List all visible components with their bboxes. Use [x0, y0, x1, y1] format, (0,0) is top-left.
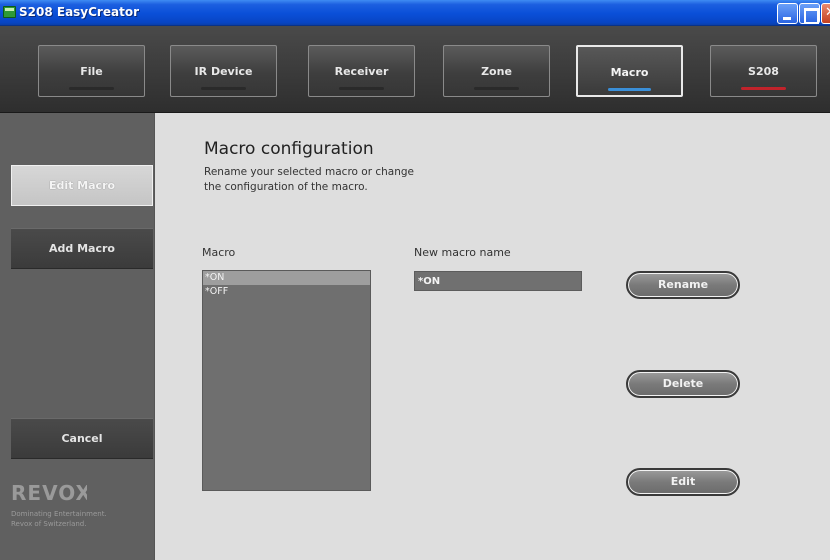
title-bar: S208 EasyCreator	[0, 0, 830, 26]
minimize-button[interactable]	[777, 3, 798, 24]
logo-tagline-line: Revox of Switzerland.	[11, 520, 87, 528]
tab-indicator	[474, 87, 519, 90]
new-macro-name-input[interactable]	[414, 271, 582, 291]
tab-macro[interactable]: Macro	[576, 45, 683, 97]
tab-zone[interactable]: Zone	[443, 45, 550, 97]
macro-list-label: Macro	[202, 246, 236, 259]
tab-s208[interactable]: S208	[710, 45, 817, 97]
page-description: Rename your selected macro or change the…	[204, 165, 464, 195]
tab-indicator	[69, 87, 114, 90]
list-item[interactable]: *OFF	[203, 285, 370, 299]
edit-macro-label: Edit Macro	[48, 179, 116, 192]
tab-file[interactable]: File	[38, 45, 145, 97]
list-item[interactable]: *ON	[203, 271, 370, 285]
tab-label: File	[80, 65, 103, 78]
tab-indicator	[608, 88, 651, 91]
revox-logo: REVOX Dominating Entertainment. Revox of…	[11, 481, 151, 529]
logo-tagline-line: Dominating Entertainment.	[11, 510, 107, 518]
new-name-label: New macro name	[414, 246, 511, 259]
description-line: the configuration of the macro.	[204, 181, 368, 193]
tab-indicator	[201, 87, 246, 90]
main-panel: Macro configuration Rename your selected…	[155, 113, 830, 560]
maximize-button[interactable]	[799, 3, 820, 24]
tab-label: IR Device	[194, 65, 253, 78]
app-icon	[3, 6, 16, 18]
description-line: Rename your selected macro or change	[204, 166, 415, 178]
tab-ir-device[interactable]: IR Device	[170, 45, 277, 97]
logo-tagline: Dominating Entertainment. Revox of Switz…	[11, 509, 151, 529]
rename-button[interactable]: Rename	[626, 271, 740, 299]
close-button[interactable]	[821, 3, 830, 24]
tab-indicator	[339, 87, 384, 90]
svg-text:REVOX: REVOX	[11, 483, 87, 503]
macro-list[interactable]: *ON *OFF	[202, 270, 371, 491]
tab-label: Macro	[610, 66, 649, 79]
top-navigation: File IR Device Receiver Zone Macro S208	[0, 26, 830, 113]
add-macro-button[interactable]: Add Macro	[11, 228, 153, 269]
tab-receiver[interactable]: Receiver	[308, 45, 415, 97]
page-title: Macro configuration	[204, 139, 374, 159]
tab-label: S208	[748, 65, 779, 78]
sidebar: Edit Macro Add Macro Cancel REVOX Domina…	[0, 113, 155, 560]
logo-wordmark-icon: REVOX	[11, 481, 91, 505]
edit-macro-button[interactable]: Edit Macro	[11, 165, 153, 206]
cancel-button[interactable]: Cancel	[11, 418, 153, 459]
edit-button[interactable]: Edit	[626, 468, 740, 496]
tab-indicator	[741, 87, 786, 90]
tab-label: Zone	[481, 65, 512, 78]
add-macro-label: Add Macro	[49, 242, 115, 255]
delete-button[interactable]: Delete	[626, 370, 740, 398]
tab-label: Receiver	[334, 65, 389, 78]
cancel-label: Cancel	[61, 432, 103, 445]
window-title: S208 EasyCreator	[19, 5, 139, 19]
